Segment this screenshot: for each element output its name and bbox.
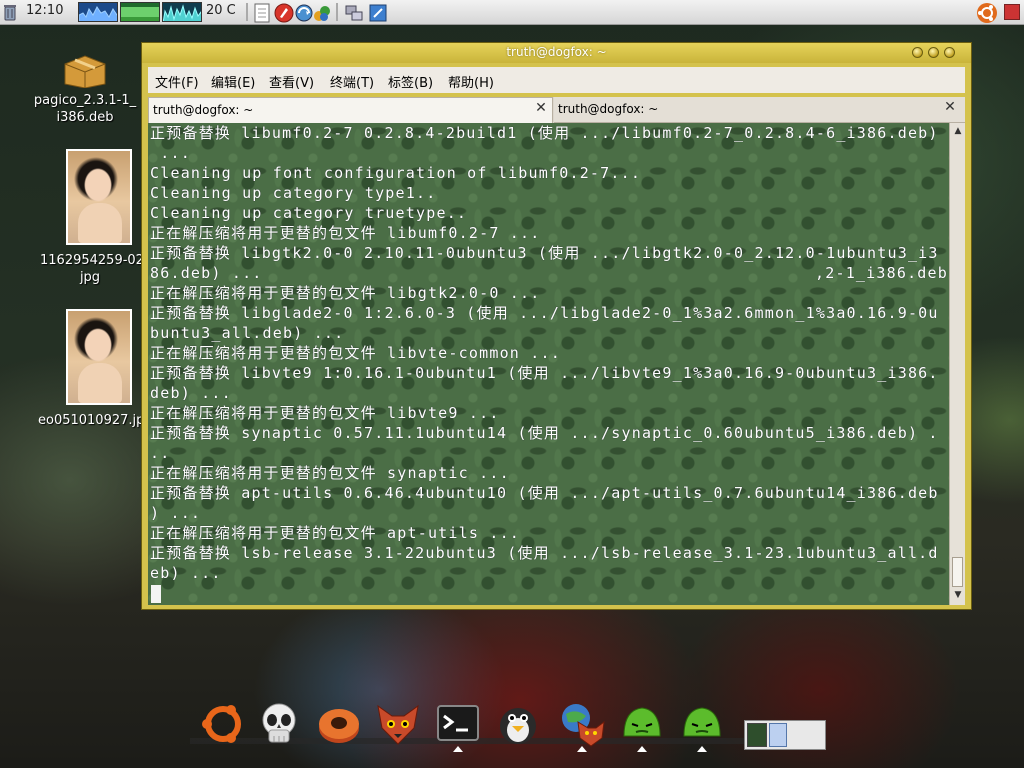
tab-label: truth@dogfox: ~ [153,103,254,117]
terminal-line: deb) ... [150,384,232,402]
desktop-icon-photo-1[interactable]: 1162954259-02. jpg [40,252,149,286]
clock[interactable]: 12:10 [26,3,63,23]
terminal-line: 正预备替换 libglade2-0 1:2.6.0-3 (使用 .../libg… [150,304,939,322]
tab-label: truth@dogfox: ~ [558,102,659,116]
terminal-line: 正在解压缩将用于更替的包文件 libvte-common ... [150,344,561,362]
terminal-line: 正预备替换 libvte9 1:0.16.1-0ubuntu1 (使用 .../… [150,364,939,382]
terminal-line: buntu3_all.deb) ... [150,324,345,342]
desktop-icon-label: pagico_2.3.1-1_ i386.deb [33,93,137,125]
desktop-icon-label: eo051010927.jp [38,413,145,428]
network-monitor-graph[interactable] [162,2,202,22]
terminal-line: 正在解压缩将用于更替的包文件 synaptic ... [150,464,510,482]
menu-tabs[interactable]: 标签(B) [388,72,433,91]
scrollbar-thumb[interactable] [952,557,963,587]
minimize-button[interactable] [912,47,923,58]
terminal-line: ... [150,144,191,162]
workspace-switcher[interactable] [744,720,826,750]
menu-help[interactable]: 帮助(H) [448,72,494,91]
maximize-button[interactable] [928,47,939,58]
terminal-cursor [151,585,161,603]
photo-thumbnail-icon[interactable] [66,309,132,405]
terminal-icon[interactable] [434,700,482,748]
terminal-scrollbar[interactable]: ▲ ▼ [949,123,965,605]
memory-monitor-graph[interactable] [120,2,160,22]
globe-fox-icon[interactable] [558,700,606,748]
terminal-line: Cleaning up category truetype.. [150,204,468,222]
session-icon[interactable] [1004,4,1020,20]
menu-edit[interactable]: 编辑(E) [211,72,255,91]
terminal-line: 正预备替换 libgtk2.0-0 2.10.11-0ubuntu3 (使用 .… [150,244,939,262]
terminal-output[interactable]: 正预备替换 libumf0.2-7 0.2.8.4-2build1 (使用 ..… [148,123,949,605]
files-launcher-icon[interactable] [254,3,274,23]
ring-icon[interactable] [315,700,363,748]
menu-terminal[interactable]: 终端(T) [330,72,374,91]
terminal-line: Cleaning up font configuration of libumf… [150,164,642,182]
software-launcher-icon[interactable] [312,3,332,23]
running-indicator [453,746,463,752]
ubuntu-menu-icon[interactable] [976,2,998,24]
terminal-line: eb) ... [150,564,222,582]
window-title: truth@dogfox: ~ [506,45,607,59]
trash-icon[interactable] [3,3,17,21]
close-tab-icon[interactable]: ✕ [534,101,548,115]
terminal-line: 正预备替换 libumf0.2-7 0.2.8.4-2build1 (使用 ..… [150,124,939,142]
terminal-line: 正预备替换 synaptic 0.57.11.1ubuntu14 (使用 ...… [150,424,939,442]
fox-icon[interactable] [374,700,422,748]
terminal-line: ) ... [150,504,202,522]
workspace-2-thumbnail[interactable] [769,723,787,747]
terminal-line: 86.deb) ... ,2-1_i386.deb) ... [150,264,949,282]
scroll-down-arrow-icon[interactable]: ▼ [952,589,964,601]
desktop-icon-deb[interactable]: pagico_2.3.1-1_ i386.deb [30,52,140,126]
package-icon [64,55,106,88]
skull-icon[interactable] [255,700,303,748]
top-panel: 12:10 20 C [0,0,1024,25]
help-launcher-icon[interactable] [368,3,388,23]
cpu-monitor-graph[interactable] [78,2,118,22]
terminal-line: 正在解压缩将用于更替的包文件 libumf0.2-7 ... [150,224,541,242]
tab-bar: truth@dogfox: ~ ✕ truth@dogfox: ~ ✕ [148,97,965,123]
desktop-icon-photo-2[interactable]: eo051010927.jp [38,412,145,429]
running-indicator [577,746,587,752]
close-button[interactable] [944,47,955,58]
photo-thumbnail-icon[interactable] [66,149,132,245]
penguin-icon[interactable] [494,700,542,748]
running-indicator [697,746,707,752]
workspace-1-thumbnail[interactable] [747,723,767,747]
terminal-line: Cleaning up category type1.. [150,184,437,202]
tab-2[interactable]: truth@dogfox: ~ ✕ [554,97,965,123]
panel-separator [246,3,248,21]
terminal-line: 正预备替换 lsb-release 3.1-22ubuntu3 (使用 .../… [150,544,939,562]
close-tab-icon[interactable]: ✕ [943,100,957,114]
panel-separator [336,3,338,21]
temperature-readout[interactable]: 20 C [206,3,236,23]
terminal-line: 正在解压缩将用于更替的包文件 libvte9 ... [150,404,500,422]
scroll-up-arrow-icon[interactable]: ▲ [952,125,964,137]
menu-file[interactable]: 文件(F) [155,72,199,91]
green-monster-icon[interactable] [678,700,726,748]
network-launcher-icon[interactable] [344,3,364,23]
green-monster-icon[interactable] [618,700,666,748]
terminal-line: .. [150,444,171,462]
terminal-window: truth@dogfox: ~ 文件(F) 编辑(E) 查看(V) 终端(T) … [141,42,972,610]
terminal-line: 正预备替换 apt-utils 0.6.46.4ubuntu10 (使用 ...… [150,484,939,502]
browser-launcher-icon[interactable] [274,3,294,23]
update-launcher-icon[interactable] [294,3,314,23]
terminal-line: 正在解压缩将用于更替的包文件 libgtk2.0-0 ... [150,284,541,302]
desktop-icon-label: 1162954259-02. jpg [40,253,149,285]
tab-1[interactable]: truth@dogfox: ~ ✕ [148,97,553,123]
running-indicator [637,746,647,752]
terminal-line: 正在解压缩将用于更替的包文件 apt-utils ... [150,524,521,542]
ubuntu-logo-icon[interactable] [199,700,247,748]
menu-bar: 文件(F) 编辑(E) 查看(V) 终端(T) 标签(B) 帮助(H) [148,67,965,93]
menu-view[interactable]: 查看(V) [269,72,314,91]
window-titlebar[interactable]: truth@dogfox: ~ [142,43,971,63]
